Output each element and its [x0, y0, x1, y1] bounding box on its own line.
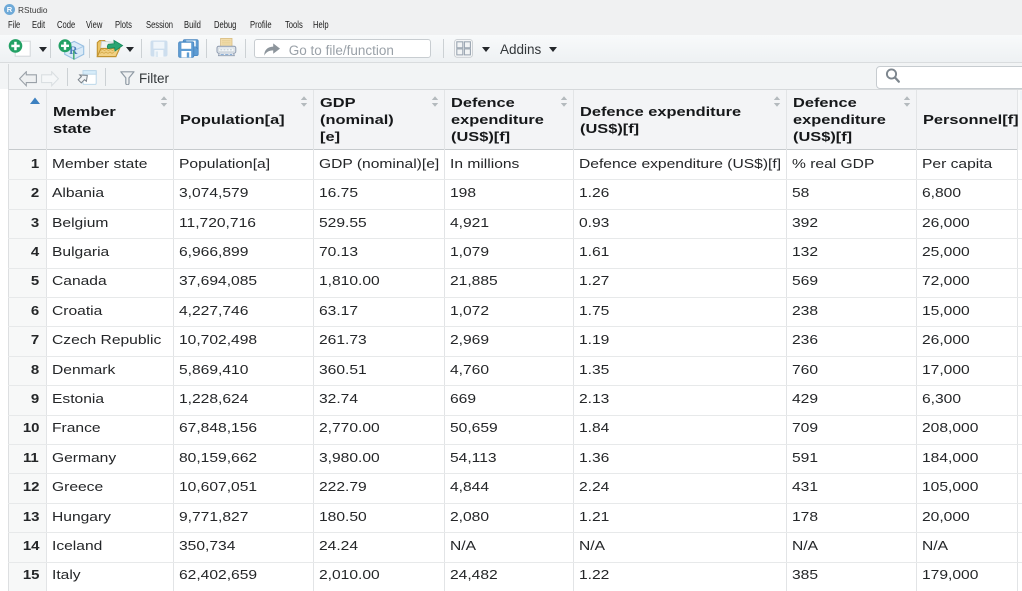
svg-text:R: R: [7, 5, 13, 14]
